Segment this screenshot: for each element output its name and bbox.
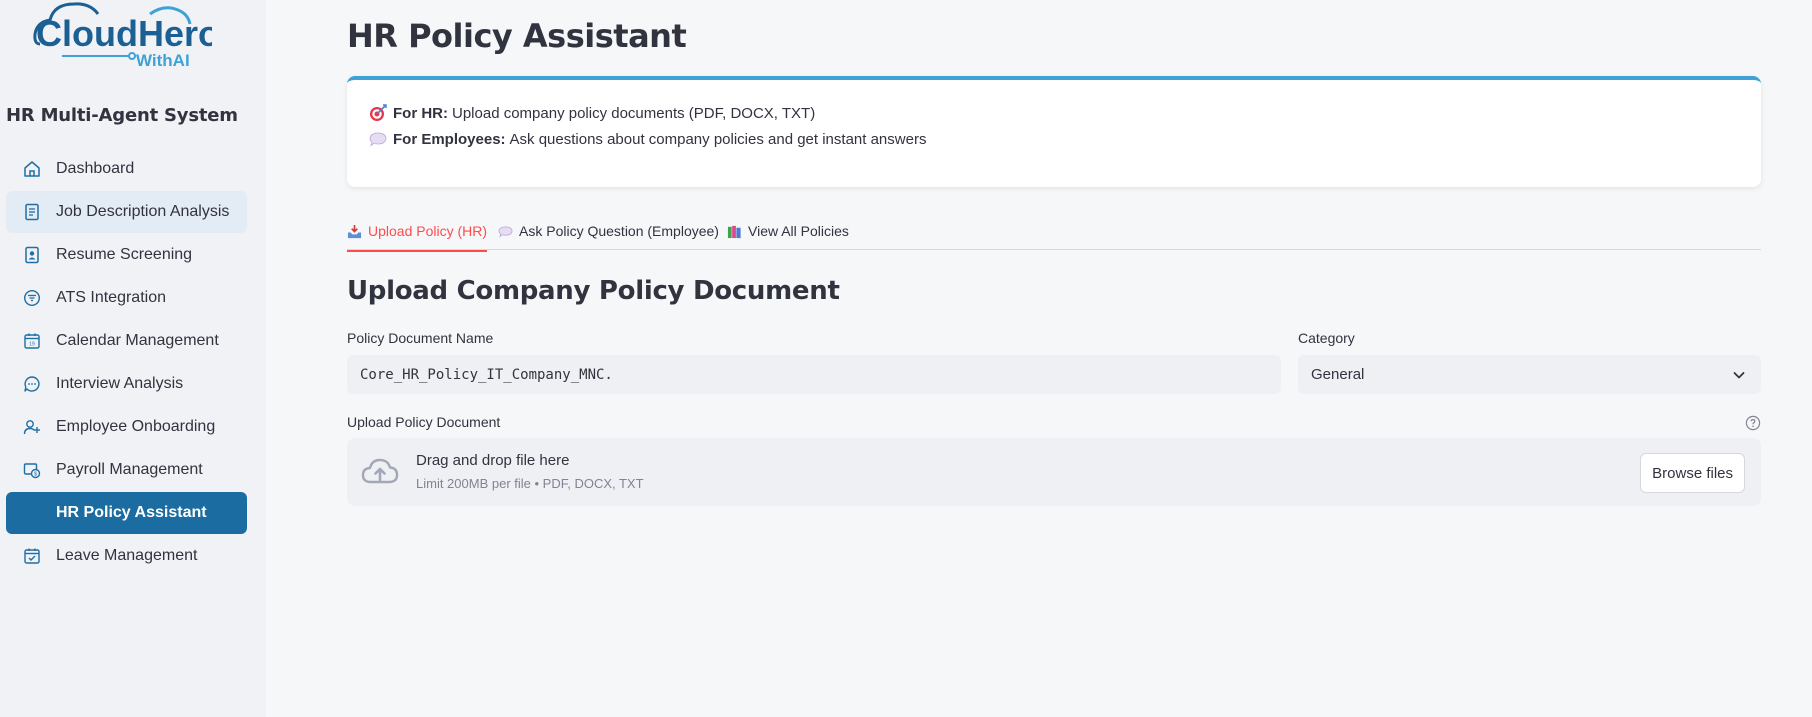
category-label: Category bbox=[1298, 330, 1355, 346]
chevron-down-icon bbox=[1733, 372, 1745, 379]
id-badge-icon bbox=[22, 245, 42, 265]
sidebar-item-label: Dashboard bbox=[56, 160, 135, 177]
section-title: Upload Company Policy Document bbox=[347, 276, 840, 306]
category-select[interactable]: General bbox=[1298, 355, 1761, 394]
policy-name-input[interactable] bbox=[347, 355, 1281, 394]
upload-label: Upload Policy Document bbox=[347, 414, 501, 430]
sidebar-item-label: Leave Management bbox=[56, 547, 198, 564]
logo-text-main: CloudHero bbox=[36, 13, 212, 54]
tab-bar: Upload Policy (HR) Ask Policy Question (… bbox=[347, 212, 1761, 252]
svg-text:19: 19 bbox=[29, 342, 35, 348]
sidebar-item-label: ATS Integration bbox=[56, 289, 166, 306]
sidebar-item-label: Job Description Analysis bbox=[56, 203, 230, 220]
sidebar-item-label: Employee Onboarding bbox=[56, 418, 216, 435]
file-dropzone[interactable]: Drag and drop file here Limit 200MB per … bbox=[347, 438, 1761, 506]
add-user-icon bbox=[22, 417, 42, 437]
help-icon[interactable] bbox=[1745, 415, 1761, 431]
cloudhero-logo: CloudHero WithAI bbox=[33, 2, 212, 70]
sidebar-item-label: Interview Analysis bbox=[56, 375, 184, 392]
category-selected-value: General bbox=[1311, 366, 1365, 383]
inbox-tray-icon bbox=[347, 224, 362, 238]
tab-label: View All Policies bbox=[748, 223, 849, 239]
info-hr-line: For HR: Upload company policy documents … bbox=[369, 104, 815, 122]
sidebar-item-interview-analysis[interactable]: Interview Analysis bbox=[6, 363, 247, 405]
sidebar-item-label: Payroll Management bbox=[56, 461, 203, 478]
info-hr-label: For HR: bbox=[393, 104, 448, 122]
sidebar-item-hr-policy-assistant[interactable]: HR Policy Assistant bbox=[6, 492, 247, 534]
sidebar-item-leave-management[interactable]: Leave Management bbox=[6, 535, 247, 577]
sidebar-item-label: Calendar Management bbox=[56, 332, 219, 349]
home-icon bbox=[22, 159, 42, 179]
speech-bubble-icon bbox=[498, 225, 513, 238]
tab-label: Ask Policy Question (Employee) bbox=[519, 223, 719, 239]
tab-upload-policy[interactable]: Upload Policy (HR) bbox=[347, 212, 488, 252]
info-employee-line: For Employees: Ask questions about compa… bbox=[369, 130, 926, 148]
sidebar-item-calendar-management[interactable]: 19 Calendar Management bbox=[6, 320, 247, 362]
tab-ask-policy-question[interactable]: Ask Policy Question (Employee) bbox=[498, 212, 719, 250]
payroll-icon: $ bbox=[22, 460, 42, 480]
policy-name-label: Policy Document Name bbox=[347, 330, 494, 346]
calendar-icon: 19 bbox=[22, 331, 42, 351]
sidebar-nav: Dashboard Job Description Analysis Resum… bbox=[6, 148, 247, 578]
info-employee-text: Ask questions about company policies and… bbox=[509, 130, 927, 148]
system-title: HR Multi-Agent System bbox=[6, 105, 238, 126]
info-employee-label: For Employees: bbox=[393, 130, 506, 148]
info-hr-text: Upload company policy documents (PDF, DO… bbox=[452, 104, 816, 122]
sidebar-item-employee-onboarding[interactable]: Employee Onboarding bbox=[6, 406, 247, 448]
browse-files-button[interactable]: Browse files bbox=[1640, 453, 1745, 493]
sidebar-item-dashboard[interactable]: Dashboard bbox=[6, 148, 247, 190]
dropzone-limit: Limit 200MB per file • PDF, DOCX, TXT bbox=[416, 476, 644, 491]
tab-label: Upload Policy (HR) bbox=[368, 223, 488, 239]
sidebar-item-label: HR Policy Assistant bbox=[56, 504, 207, 521]
svg-text:$: $ bbox=[34, 472, 37, 478]
info-card: For HR: Upload company policy documents … bbox=[347, 76, 1761, 187]
books-icon bbox=[727, 225, 741, 238]
page-title: HR Policy Assistant bbox=[347, 17, 687, 55]
sidebar-item-label: Resume Screening bbox=[56, 246, 193, 263]
sidebar-item-ats-integration[interactable]: ATS Integration bbox=[6, 277, 247, 319]
calendar-check-icon bbox=[22, 546, 42, 566]
sidebar-item-payroll-management[interactable]: $ Payroll Management bbox=[6, 449, 247, 491]
sidebar: CloudHero WithAI HR Multi-Agent System D… bbox=[0, 0, 266, 717]
document-icon bbox=[22, 202, 42, 222]
filter-icon bbox=[22, 288, 42, 308]
sidebar-item-job-description-analysis[interactable]: Job Description Analysis bbox=[6, 191, 247, 233]
cloud-upload-icon bbox=[361, 458, 399, 484]
dropzone-title: Drag and drop file here bbox=[416, 452, 570, 469]
sidebar-item-resume-screening[interactable]: Resume Screening bbox=[6, 234, 247, 276]
chat-icon bbox=[22, 374, 42, 394]
tab-view-all-policies[interactable]: View All Policies bbox=[727, 212, 849, 250]
speech-bubble-icon bbox=[369, 132, 387, 147]
logo-text-sub: WithAI bbox=[136, 51, 190, 70]
target-icon bbox=[370, 104, 387, 121]
